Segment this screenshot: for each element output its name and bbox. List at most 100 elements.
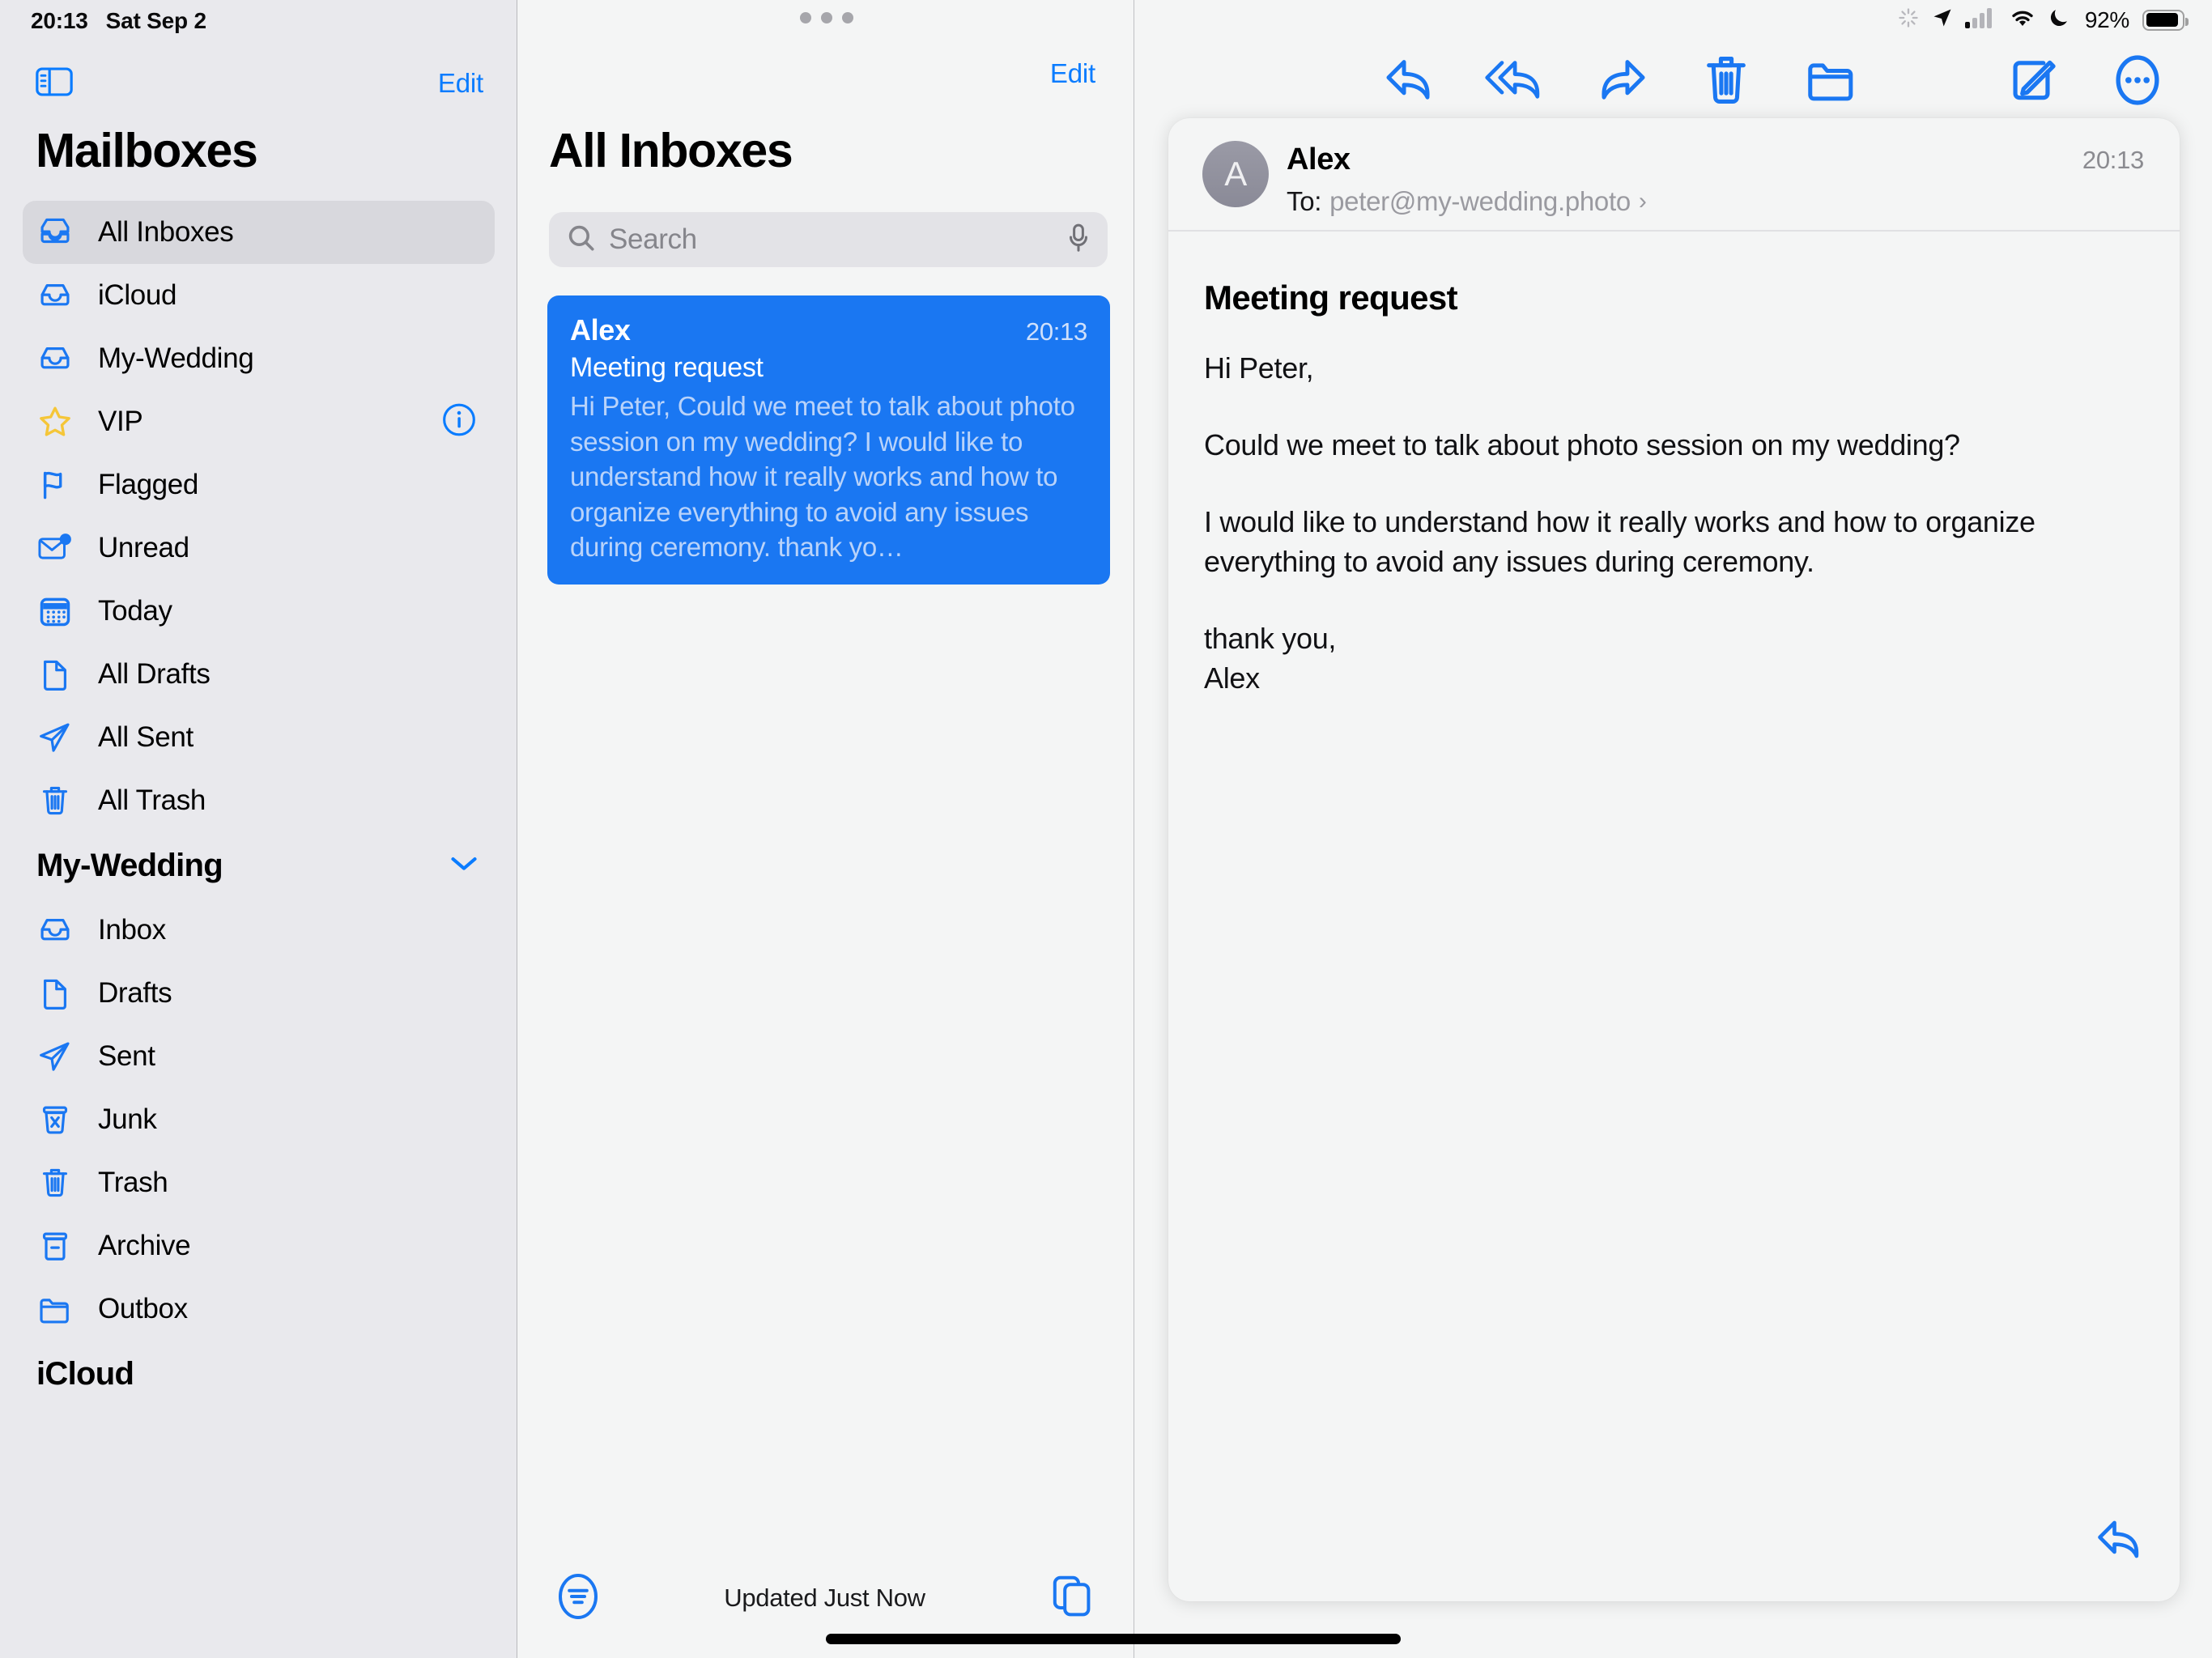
page-title: Mailboxes	[36, 124, 258, 177]
inbox-icon	[36, 912, 74, 949]
search-icon	[567, 223, 596, 257]
search-placeholder: Search	[609, 223, 697, 255]
archive-box-icon	[36, 1227, 74, 1265]
search-input[interactable]: Search	[549, 212, 1108, 267]
calendar-icon	[36, 593, 74, 630]
sidebar-section-title: My-Wedding	[36, 847, 223, 883]
message-subject: Meeting request	[570, 352, 764, 383]
sidebar-item-label: All Trash	[98, 784, 206, 816]
detail-time: 20:13	[2082, 146, 2144, 174]
message-preview: Hi Peter, Could we meet to talk about ph…	[570, 391, 1075, 563]
sidebar-item-label: My-Wedding	[98, 342, 254, 374]
message-row-top: Alex 20:13	[570, 313, 1087, 347]
recipient-row[interactable]: To: peter@my-wedding.photo ›	[1287, 186, 1647, 217]
sidebar-section-my-wedding[interactable]: My-Wedding	[23, 832, 495, 899]
chevron-right-icon[interactable]: ›	[1639, 188, 1647, 215]
compose-button[interactable]	[1993, 45, 2071, 115]
microphone-icon[interactable]	[1066, 223, 1091, 257]
sidebar: Edit Mailboxes All Inboxes iCloud My-Wed…	[0, 0, 517, 1658]
body-paragraph: Hi Peter,	[1204, 351, 1314, 385]
reply-button[interactable]	[1372, 45, 1449, 115]
sidebar-item-wedding-sent[interactable]: Sent	[23, 1025, 495, 1088]
sidebar-item-wedding-drafts[interactable]: Drafts	[23, 962, 495, 1025]
delete-button[interactable]	[1687, 45, 1765, 115]
sidebar-item-vip[interactable]: VIP	[23, 390, 495, 453]
sidebar-item-wedding-junk[interactable]: Junk	[23, 1088, 495, 1151]
sidebar-item-label: Sent	[98, 1040, 155, 1072]
body-signature: thank you, Alex	[1204, 621, 1337, 695]
recipient-address: peter@my-wedding.photo	[1329, 186, 1631, 216]
paper-plane-icon	[36, 1038, 74, 1075]
sidebar-item-unread[interactable]: Unread	[23, 517, 495, 580]
list-pane-divider	[1133, 0, 1134, 1658]
sidebar-item-label: All Sent	[98, 721, 194, 753]
inbox-stack-icon	[36, 214, 74, 251]
sidebar-item-icloud[interactable]: iCloud	[23, 264, 495, 327]
sidebar-item-all-inboxes[interactable]: All Inboxes	[23, 201, 495, 264]
reply-button-footer[interactable]	[2094, 1516, 2147, 1567]
sidebar-item-all-sent[interactable]: All Sent	[23, 706, 495, 769]
trash-icon	[36, 782, 74, 819]
sidebar-item-label: iCloud	[98, 279, 177, 311]
reply-all-button[interactable]	[1477, 45, 1555, 115]
info-circle-icon[interactable]	[441, 402, 477, 442]
document-icon	[36, 975, 74, 1012]
paper-plane-icon	[36, 719, 74, 756]
detail-subject: Meeting request	[1204, 278, 1458, 317]
filter-lines-circle-icon[interactable]	[557, 1572, 599, 1625]
sidebar-item-wedding-inbox[interactable]: Inbox	[23, 899, 495, 962]
detail-sender-name: Alex	[1287, 142, 1351, 176]
message-card: A Alex 20:13 To: peter@my-wedding.photo …	[1168, 118, 2180, 1601]
message-header: A Alex 20:13 To: peter@my-wedding.photo …	[1168, 118, 2180, 232]
sidebar-item-label: Flagged	[98, 469, 199, 500]
sidebar-item-flagged[interactable]: Flagged	[23, 453, 495, 517]
duplicate-pages-icon[interactable]	[1050, 1574, 1094, 1623]
recipient-label: To:	[1287, 186, 1322, 216]
sidebar-item-label: All Inboxes	[98, 216, 234, 248]
inbox-icon	[36, 277, 74, 314]
sidebar-item-label: Junk	[98, 1103, 157, 1135]
message-time: 20:13	[1025, 317, 1087, 346]
sidebar-item-label: All Drafts	[98, 658, 211, 690]
sidebar-item-my-wedding[interactable]: My-Wedding	[23, 327, 495, 390]
header-divider	[1168, 230, 2180, 232]
list-title: All Inboxes	[549, 124, 793, 177]
sidebar-item-label: Archive	[98, 1230, 191, 1261]
body-paragraph: Could we meet to talk about photo sessio…	[1204, 427, 1960, 461]
move-to-folder-button[interactable]	[1793, 45, 1870, 115]
inbox-icon	[36, 340, 74, 377]
mailbox-list: All Inboxes iCloud My-Wedding VIP Flagge…	[0, 201, 517, 1407]
sidebar-item-today[interactable]: Today	[23, 580, 495, 643]
home-indicator[interactable]	[826, 1634, 1401, 1644]
sidebar-item-label: Unread	[98, 532, 189, 563]
message-detail-pane: A Alex 20:13 To: peter@my-wedding.photo …	[1135, 0, 2212, 1658]
flag-icon	[36, 466, 74, 504]
sidebar-item-all-trash[interactable]: All Trash	[23, 769, 495, 832]
message-body: Hi Peter, Could we meet to talk about ph…	[1204, 349, 2131, 699]
list-edit-button[interactable]: Edit	[1050, 58, 1095, 89]
sidebar-item-wedding-archive[interactable]: Archive	[23, 1214, 495, 1278]
avatar: A	[1202, 141, 1269, 207]
chevron-down-icon[interactable]	[449, 855, 479, 877]
sidebar-section-icloud[interactable]: iCloud	[23, 1341, 495, 1407]
sidebar-item-label: Inbox	[98, 914, 166, 946]
unread-envelope-icon	[36, 529, 74, 567]
sidebar-edit-button[interactable]: Edit	[438, 68, 483, 99]
sidebar-item-wedding-trash[interactable]: Trash	[23, 1151, 495, 1214]
sidebar-item-wedding-outbox[interactable]: Outbox	[23, 1278, 495, 1341]
message-list-pane: Edit All Inboxes Search Alex 20:13 Meeti…	[518, 0, 1134, 1658]
detail-toolbar	[1135, 45, 2212, 115]
sidebar-item-label: Today	[98, 595, 172, 627]
message-list-item[interactable]: Alex 20:13 Meeting request Hi Peter, Cou…	[547, 295, 1110, 585]
star-icon	[36, 403, 74, 440]
more-actions-button[interactable]	[2099, 45, 2176, 115]
sidebar-item-all-drafts[interactable]: All Drafts	[23, 643, 495, 706]
folder-icon	[36, 1290, 74, 1328]
document-icon	[36, 656, 74, 693]
sidebar-item-label: Trash	[98, 1167, 168, 1198]
message-sender: Alex	[570, 313, 631, 346]
sidebar-toggle-icon[interactable]	[36, 66, 73, 102]
forward-button[interactable]	[1582, 45, 1660, 115]
sidebar-section-title: iCloud	[36, 1355, 134, 1392]
multitasking-handle-icon[interactable]	[799, 12, 853, 23]
